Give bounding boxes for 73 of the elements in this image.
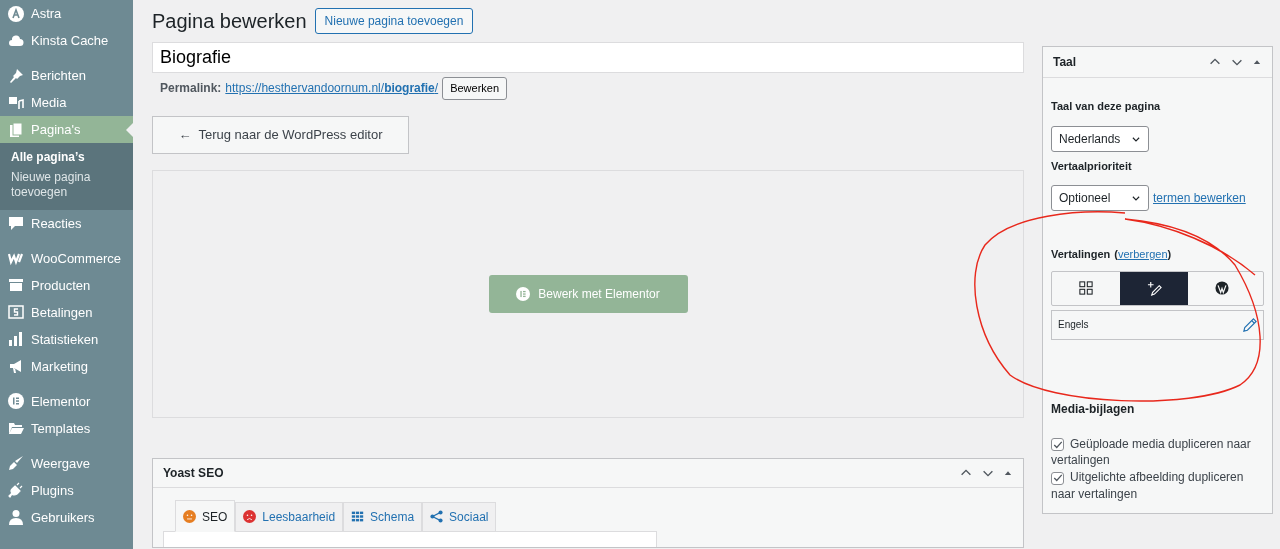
menu-item[interactable]: Producten [0, 271, 133, 299]
menu-item[interactable]: Weergave [0, 449, 133, 477]
hide-link[interactable]: verbergen [1117, 246, 1168, 263]
menu-item[interactable]: Betalingen [0, 298, 133, 326]
plug-icon [8, 482, 24, 499]
permalink-link[interactable]: https://hesthervandoornum.nl/biografie/ [225, 79, 439, 98]
tab[interactable]: Leesbaarheid [235, 501, 344, 532]
brush-icon [8, 455, 24, 472]
menu-item[interactable]: Berichten [0, 62, 133, 89]
checkbox[interactable] [1051, 438, 1064, 451]
check-icon [1052, 473, 1063, 484]
menu-item[interactable]: Astra [0, 0, 133, 27]
menu-item[interactable]: Gebruikers [0, 503, 133, 531]
menu-item[interactable]: Marketing [0, 352, 133, 380]
panel-title: Taal [1053, 54, 1077, 71]
terms-link[interactable]: termen bewerken [1153, 189, 1246, 207]
checkbox[interactable] [1051, 471, 1064, 485]
elementor-icon [8, 393, 24, 410]
add-page-button[interactable]: Nieuwe pagina toevoegen [314, 8, 474, 34]
menu-item[interactable]: Statistieken [0, 325, 133, 353]
check-icon [1052, 439, 1063, 450]
page-title: Pagina bewerken [152, 9, 307, 33]
archive-icon [8, 277, 24, 294]
share-icon [430, 510, 444, 523]
language-name: Engels [1058, 318, 1089, 332]
submenu-item[interactable]: Nieuwe pagina toevoegen [0, 167, 133, 203]
tab[interactable]: Sociaal [422, 501, 497, 532]
permalink-label: Permalink: [160, 80, 222, 98]
section-title: Media-bijlagen [1051, 400, 1136, 418]
cloud-icon [8, 32, 24, 49]
menu-item[interactable]: WooCommerce [0, 244, 133, 272]
pin-icon [8, 67, 24, 84]
menu-item[interactable]: Reacties [0, 209, 133, 237]
field-label: Taal van deze pagina [1051, 99, 1162, 114]
grid-icon [1079, 281, 1093, 295]
menu-item[interactable]: Media [0, 89, 133, 116]
field-label: Vertaalprioriteit [1051, 158, 1133, 174]
select-field[interactable]: Optioneel [1051, 185, 1149, 211]
dollar-icon [8, 304, 24, 321]
pencil-plus-icon [1146, 280, 1162, 296]
edit-permalink-button[interactable]: Bewerken [442, 77, 508, 100]
title-field[interactable]: Biografie [152, 42, 1024, 73]
tab[interactable]: SEO [175, 499, 236, 532]
pencil-icon [1243, 317, 1257, 332]
media-icon [8, 94, 24, 111]
grid-icon [351, 510, 365, 523]
menu-item[interactable]: Kinsta Cache [0, 27, 133, 54]
panel-title: Yoast SEO [163, 464, 224, 482]
chevron-down-icon [1131, 193, 1141, 203]
elementor-button[interactable]: Bewerk met Elementor [488, 274, 688, 313]
paren-text: ( [1114, 247, 1118, 262]
elementor-icon [516, 286, 531, 301]
tab[interactable]: Schema [343, 501, 423, 532]
tool-button[interactable] [1120, 271, 1188, 305]
wordpress-icon [1215, 281, 1229, 295]
logo-icon [8, 5, 24, 22]
submenu-item[interactable]: Alle pagina’s [0, 148, 133, 168]
back-to-editor-button[interactable]: ← Terug naar de WordPress editor [152, 115, 409, 154]
checkbox-option[interactable]: Geüploade media dupliceren naar vertalingen [1051, 435, 1264, 470]
menu-item[interactable]: Templates [0, 414, 133, 442]
select-field[interactable]: Nederlands [1051, 125, 1149, 152]
bar-chart-icon [8, 331, 24, 348]
user-icon [8, 509, 24, 526]
megaphone-icon [8, 358, 24, 375]
field-label: Vertalingen [1051, 247, 1111, 262]
paren-text: ) [1167, 247, 1172, 262]
checkbox-option[interactable]: Uitgelichte afbeelding dupliceren naar vertalingen [1051, 469, 1264, 503]
menu-item[interactable]: Plugins [0, 476, 133, 504]
folder-icon [8, 420, 24, 437]
pages-icon [8, 121, 24, 138]
speech-bubble-icon [8, 215, 24, 232]
menu-item[interactable]: Elementor [0, 387, 133, 415]
menu-item[interactable]: Pagina's [0, 116, 133, 143]
